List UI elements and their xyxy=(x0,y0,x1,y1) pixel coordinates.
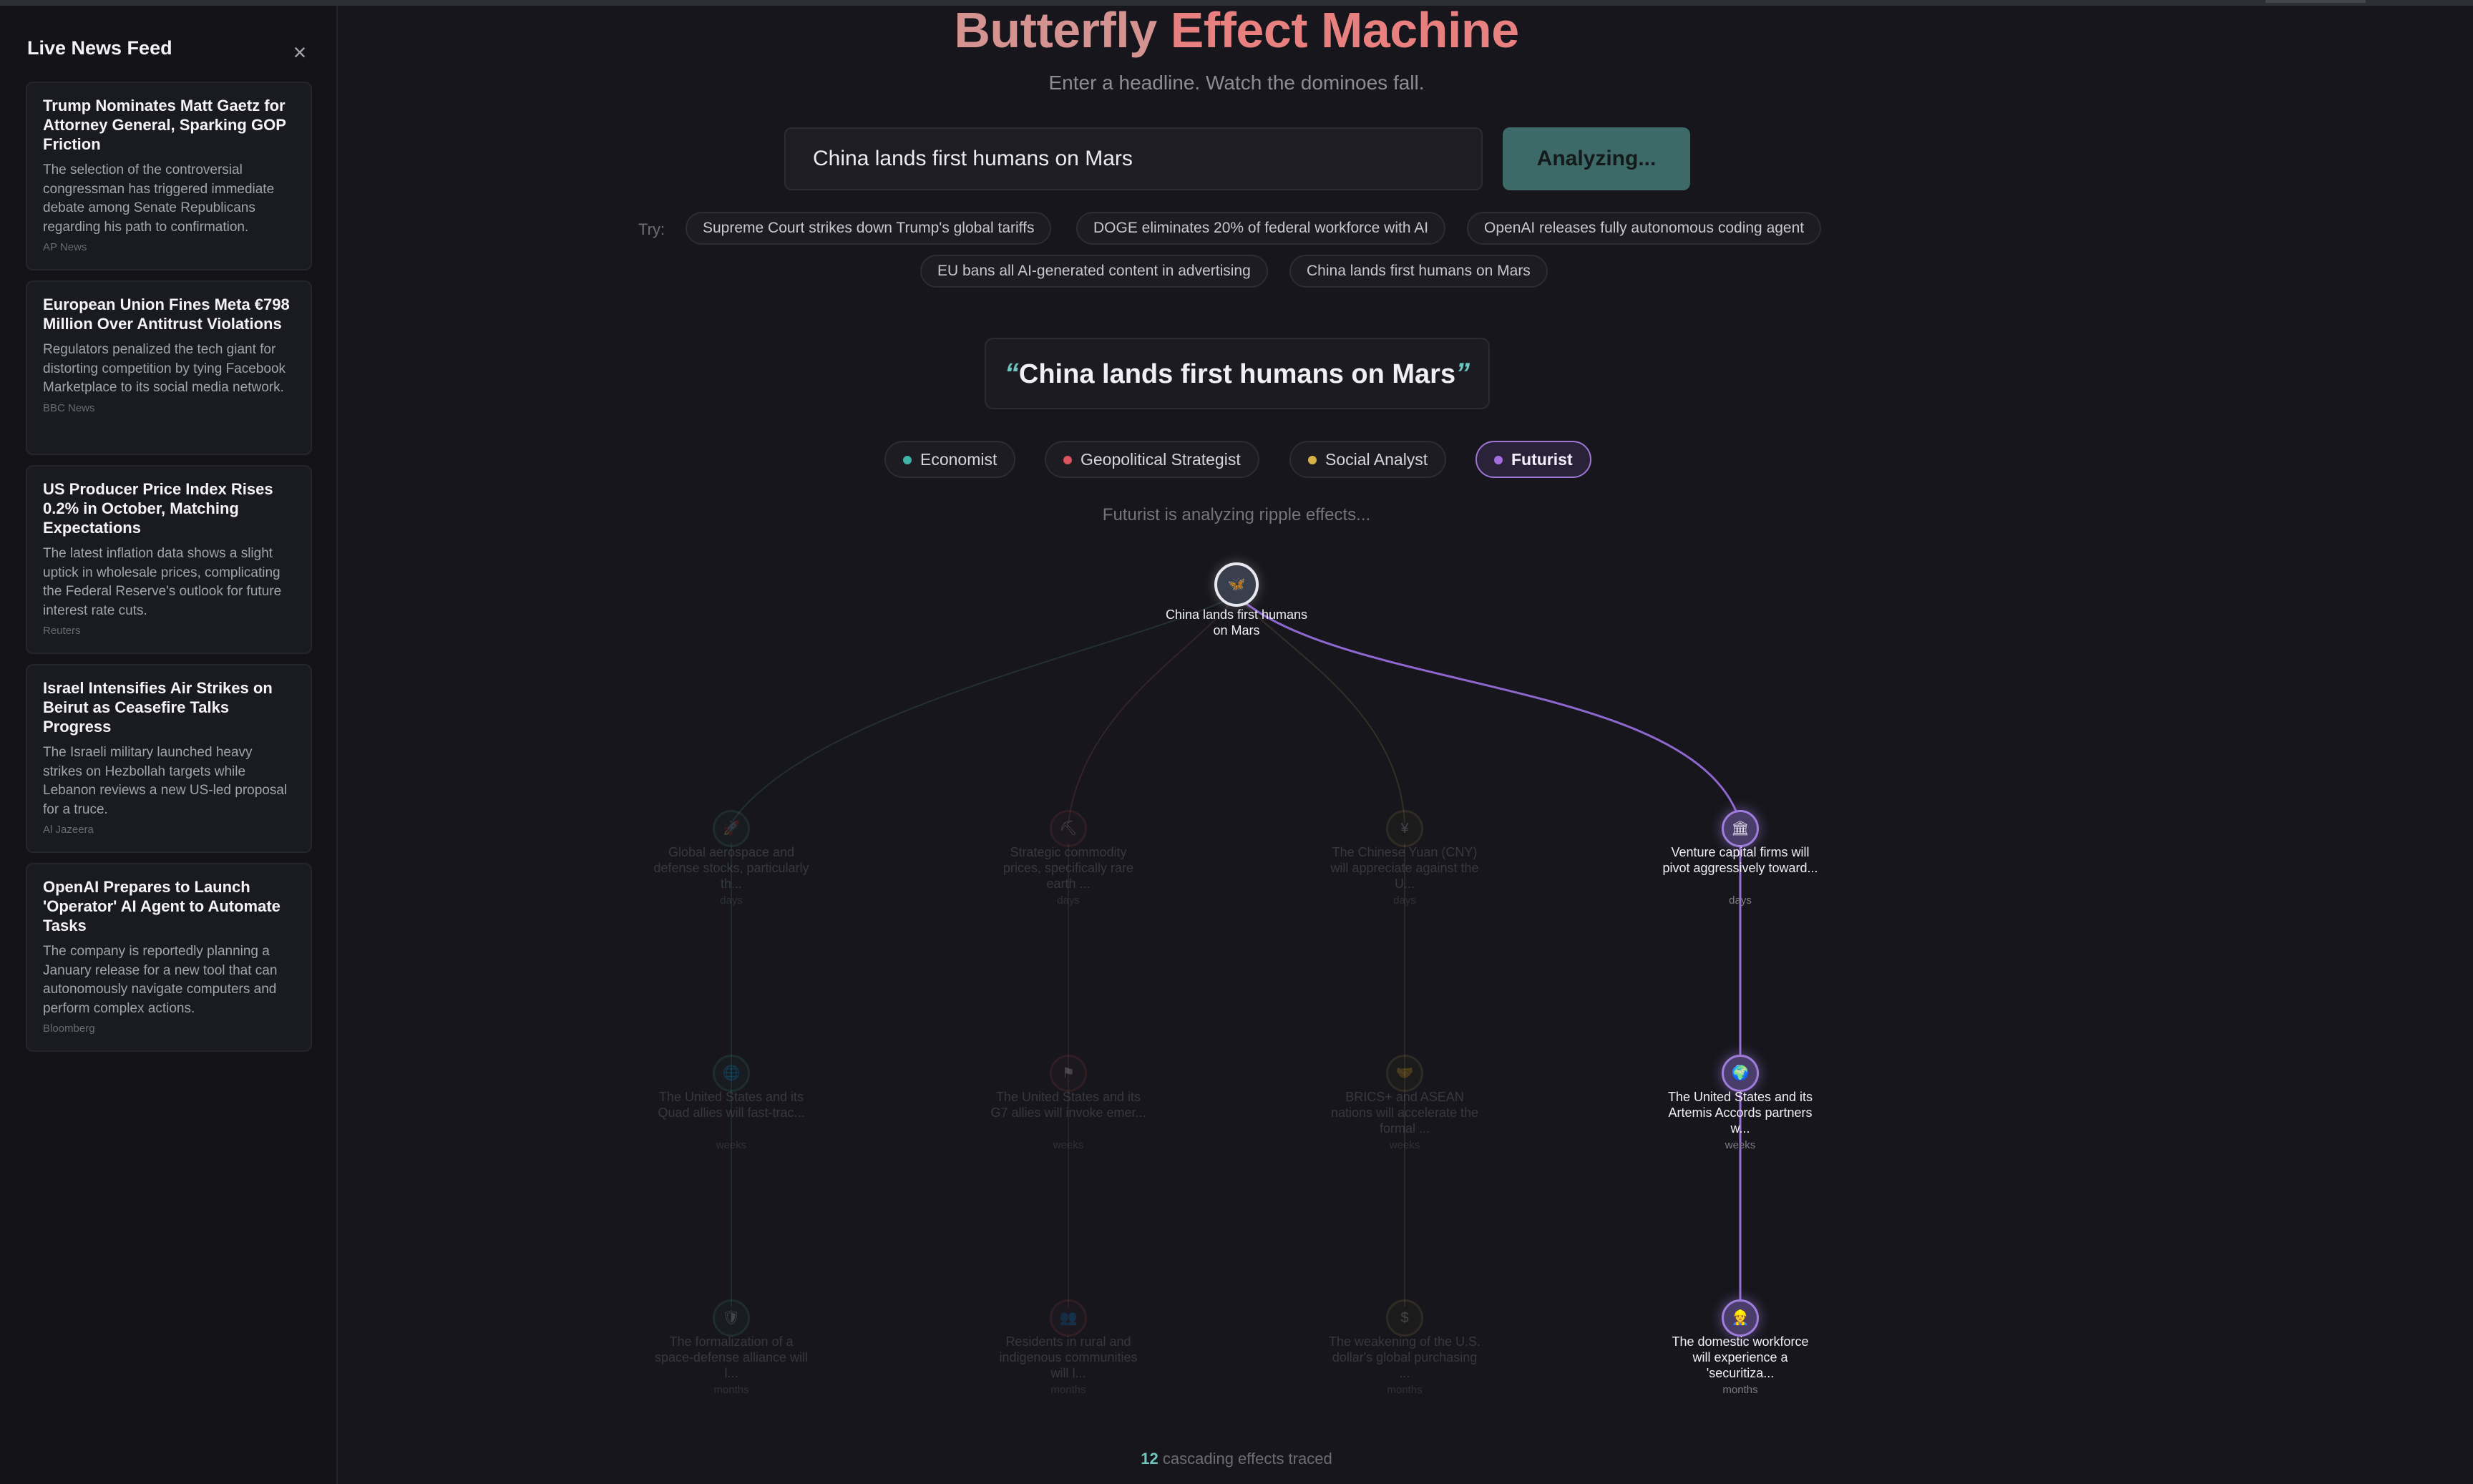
globe-icon: 🌐 xyxy=(722,1065,741,1081)
effect-node-timeframe: weeks xyxy=(1389,1139,1420,1151)
shield-icon: 🛡 xyxy=(722,1310,741,1326)
news-title: European Union Fines Meta €798 Million O… xyxy=(43,296,290,333)
currency-icon: ¥ xyxy=(1400,821,1409,836)
effect-node-label: Strategic commodity prices, specifically… xyxy=(1003,845,1134,891)
planet-icon: 🌍 xyxy=(1731,1065,1750,1081)
effect-node-label: BRICS+ and ASEAN nations will accelerate… xyxy=(1330,1090,1479,1136)
news-description: The latest inflation data shows a slight… xyxy=(43,546,282,618)
news-source: BBC News xyxy=(43,401,95,414)
effect-node-label: Venture capital firms will pivot aggress… xyxy=(1662,845,1818,875)
effect-node-label: The weakening of the U.S. dollar's globa… xyxy=(1328,1334,1481,1380)
sidebar-title: Live News Feed xyxy=(27,37,172,59)
news-sidebar: Live News Feed × Trump Nominates Matt Ga… xyxy=(0,6,338,1484)
effect-node[interactable]: 🚀 xyxy=(713,810,750,847)
effect-node-timeframe: months xyxy=(1050,1384,1086,1396)
effect-node-timeframe: days xyxy=(1729,894,1752,907)
news-card[interactable]: US Producer Price Index Rises 0.2% in Oc… xyxy=(26,465,312,654)
effect-node-timeframe: months xyxy=(1722,1384,1758,1396)
effect-node-label: The United States and its G7 allies will… xyxy=(990,1090,1146,1120)
rocket-icon: 🚀 xyxy=(722,821,741,836)
news-title: Trump Nominates Matt Gaetz for Attorney … xyxy=(43,97,286,153)
effect-node-timeframe: months xyxy=(1387,1384,1423,1396)
effect-node[interactable]: 🛡 xyxy=(713,1299,750,1337)
news-card[interactable]: European Union Fines Meta €798 Million O… xyxy=(26,280,312,455)
news-title: Israel Intensifies Air Strikes on Beirut… xyxy=(43,679,273,736)
mineral-icon: ⛏ xyxy=(1059,821,1078,836)
handshake-icon: 🤝 xyxy=(1395,1065,1414,1081)
building-icon: 🏛 xyxy=(1731,821,1750,836)
effect-node[interactable]: 🌐 xyxy=(713,1055,750,1092)
effect-node-label: Residents in rural and indigenous commun… xyxy=(999,1334,1138,1380)
news-card[interactable]: Trump Nominates Matt Gaetz for Attorney … xyxy=(26,82,312,270)
news-description: The Israeli military launched heavy stri… xyxy=(43,745,288,817)
effects-count-label: cascading effects traced xyxy=(1158,1450,1332,1468)
effect-node[interactable]: 🌍 xyxy=(1722,1055,1759,1092)
news-card[interactable]: Israel Intensifies Air Strikes on Beirut… xyxy=(26,664,312,853)
effect-node[interactable]: 🤝 xyxy=(1386,1055,1423,1092)
root-node[interactable]: 🦋 xyxy=(1214,562,1259,607)
main-area: Butterfly Effect Machine Enter a headlin… xyxy=(339,2,2473,1484)
dollar-icon: $ xyxy=(1400,1310,1409,1326)
news-description: The company is reportedly planning a Jan… xyxy=(43,944,278,1016)
effect-node-label: The domestic workforce will experience a… xyxy=(1672,1334,1809,1380)
close-icon[interactable]: × xyxy=(288,40,312,64)
news-source: Reuters xyxy=(43,625,81,637)
news-source: Bloomberg xyxy=(43,1022,95,1035)
effect-node-label: Global aerospace and defense stocks, par… xyxy=(653,845,809,891)
effect-node[interactable]: 🏛 xyxy=(1722,810,1759,847)
effect-node-timeframe: days xyxy=(720,894,743,907)
news-description: The selection of the controversial congr… xyxy=(43,162,275,235)
effect-node-timeframe: weeks xyxy=(716,1139,747,1151)
effect-node[interactable]: 👥 xyxy=(1050,1299,1087,1337)
effect-node-label: The Chinese Yuan (CNY) will appreciate a… xyxy=(1330,845,1479,891)
worker-icon: 👷 xyxy=(1731,1310,1750,1326)
effect-node-label: The United States and its Artemis Accord… xyxy=(1667,1090,1813,1136)
news-source: Al Jazeera xyxy=(43,824,94,836)
effect-node-timeframe: weeks xyxy=(1725,1139,1756,1151)
news-card[interactable]: OpenAI Prepares to Launch 'Operator' AI … xyxy=(26,863,312,1052)
effect-tree-edges xyxy=(731,594,1742,1307)
window-top-segment xyxy=(2265,0,2366,3)
effects-count-number: 12 xyxy=(1141,1450,1159,1468)
effect-node-label: The United States and its Quad allies wi… xyxy=(658,1090,805,1120)
effect-node[interactable]: ¥ xyxy=(1386,810,1423,847)
effect-node-timeframe: days xyxy=(1057,894,1080,907)
people-icon: 👥 xyxy=(1059,1310,1078,1326)
root-node-label: China lands first humans on Mars xyxy=(1165,607,1308,638)
effect-node[interactable]: ⛏ xyxy=(1050,810,1087,847)
news-description: Regulators penalized the tech giant for … xyxy=(43,342,286,395)
effect-node-timeframe: months xyxy=(713,1384,749,1396)
effect-node[interactable]: 👷 xyxy=(1722,1299,1759,1337)
effect-node[interactable]: $ xyxy=(1386,1299,1423,1337)
effect-node-timeframe: days xyxy=(1393,894,1416,907)
news-source: AP News xyxy=(43,241,87,253)
effects-count: 12 cascading effects traced xyxy=(339,1450,2134,1468)
news-title: OpenAI Prepares to Launch 'Operator' AI … xyxy=(43,878,281,934)
flag-icon: ⚑ xyxy=(1062,1065,1075,1081)
effect-node-timeframe: weeks xyxy=(1053,1139,1084,1151)
news-title: US Producer Price Index Rises 0.2% in Oc… xyxy=(43,480,273,537)
effect-node-label: The formalization of a space-defense all… xyxy=(654,1334,809,1380)
effect-node[interactable]: ⚑ xyxy=(1050,1055,1087,1092)
butterfly-icon: 🦋 xyxy=(1227,577,1246,592)
